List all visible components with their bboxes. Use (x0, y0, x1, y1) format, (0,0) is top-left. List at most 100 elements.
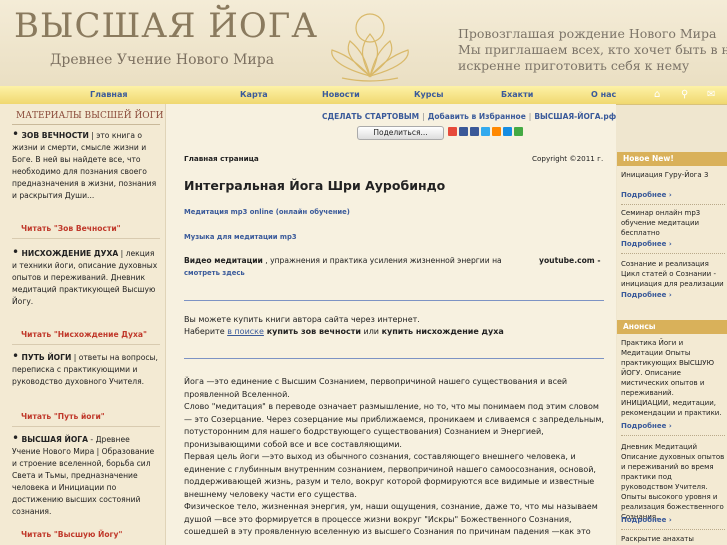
sidebar-link-put[interactable]: Читать "Путь йоги" (21, 412, 105, 421)
divider: | (528, 112, 532, 121)
announcement-item[interactable]: Раскрытие анахаты (621, 534, 725, 544)
site-title[interactable]: ВЫСШАЯ ЙОГА (14, 6, 318, 46)
nav-home[interactable]: Главная (90, 90, 127, 99)
sidebar-item-title: ЗОВ ВЕЧНОСТИ (21, 131, 89, 140)
livejournal-icon[interactable] (514, 127, 523, 136)
page-title: Интегральная Йога Шри Ауробиндо (184, 178, 446, 193)
paragraph: Йога —это единение с Высшим Сознанием, п… (184, 377, 568, 399)
divider (12, 426, 160, 427)
home-icon[interactable]: ⌂ (654, 89, 660, 100)
sidebar-item-title: ВЫСШАЯ ЙОГА (21, 435, 89, 444)
yandex-icon[interactable] (448, 127, 457, 136)
sidebar-link-nishozhdenie[interactable]: Читать "Нисхождение Духа" (21, 330, 147, 339)
buy-line: Наберите в поиске купить зов вечности ил… (184, 326, 504, 338)
news-item[interactable]: Инициация Гуру-Йога 3 (621, 170, 725, 180)
share-label: Поделиться... (373, 128, 428, 137)
arrow-icon: › (668, 516, 672, 524)
nav-about[interactable]: О нас (591, 90, 616, 99)
lotus-logo-icon (331, 13, 409, 82)
divider (12, 124, 160, 125)
announcement-item[interactable]: Практика Йоги и Медитации Опыты практику… (621, 338, 725, 418)
sidebar-heading: МАТЕРИАЛЫ ВЫСШЕЙ ЙОГИ (16, 111, 164, 121)
share-button[interactable]: Поделиться... (357, 126, 444, 140)
left-sidebar: МАТЕРИАЛЫ ВЫСШЕЙ ЙОГИ • ЗОВ ВЕЧНОСТИ | э… (0, 104, 166, 545)
sidebar-item-put: • ПУТЬ ЙОГИ | ответы на вопросы, перепис… (12, 350, 160, 388)
video-text: , упражнения и практика усиления жизненн… (262, 256, 502, 265)
site-domain-link[interactable]: ВЫСШАЯ-ЙОГА.рф (534, 112, 616, 121)
divider (621, 435, 725, 436)
sidebar-item-title: ПУТЬ ЙОГИ (21, 353, 72, 362)
video-line: Видео медитации , упражнения и практика … (184, 256, 502, 265)
mailru-icon[interactable] (503, 127, 512, 136)
sidebar-item-zov: • ЗОВ ВЕЧНОСТИ | это книга о жизни и сме… (12, 128, 160, 202)
arrow-icon: › (668, 291, 672, 299)
announcements-heading: Анонсы (617, 320, 727, 334)
news-item[interactable]: Семинар онлайн mp3 обучение медитации бе… (621, 208, 725, 238)
divider (184, 358, 604, 359)
search-link[interactable]: в поиске (227, 327, 264, 336)
copyright: Copyright ©2011 г. (532, 154, 604, 163)
site-header: ВЫСШАЯ ЙОГА Древнее Учение Нового Мира П… (0, 0, 727, 86)
breadcrumb[interactable]: Главная страница (184, 154, 259, 163)
nav-news[interactable]: Новости (322, 90, 360, 99)
meditation-mp3-link[interactable]: Медитация mp3 online (онлайн обучение) (184, 208, 350, 216)
more-link[interactable]: Подробнее › (621, 191, 672, 199)
nav-bhakti[interactable]: Бхакти (501, 90, 533, 99)
more-link[interactable]: Подробнее › (621, 516, 672, 524)
divider (184, 300, 604, 301)
odnoklassniki-icon[interactable] (492, 127, 501, 136)
article-body: Йога —это единение с Высшим Сознанием, п… (184, 376, 604, 539)
sidebar-item-text: - Древнее Учение Нового Мира | Образован… (12, 435, 155, 516)
divider (621, 529, 725, 530)
sidebar-item-title: НИСХОЖДЕНИЕ ДУХА (21, 249, 119, 258)
add-favorites-link[interactable]: Добавить в Избранное (428, 112, 526, 121)
bullet-icon: • (12, 245, 20, 259)
social-icons (448, 127, 525, 138)
bullet-icon: • (12, 127, 20, 141)
more-label: Подробнее (621, 291, 667, 299)
search-icon[interactable]: ⚲ (681, 89, 688, 100)
arrow-icon: › (668, 240, 672, 248)
nav-courses[interactable]: Курсы (414, 90, 443, 99)
top-links: СДЕЛАТЬ СТАРТОВЫМ | Добавить в Избранное | В… (322, 112, 616, 121)
divider: | (422, 112, 425, 121)
sidebar-item-nishozhdenie: • НИСХОЖДЕНИЕ ДУХА | лекция и техники йо… (12, 246, 160, 308)
arrow-icon: › (668, 422, 672, 430)
more-link[interactable]: Подробнее › (621, 291, 672, 299)
sidebar-link-vysshaya[interactable]: Читать "Высшую Йогу" (21, 530, 122, 539)
more-link[interactable]: Подробнее › (621, 422, 672, 430)
sidebar-link-zov[interactable]: Читать "Зов Вечности" (21, 224, 121, 233)
youtube-link[interactable]: youtube.com - (539, 256, 601, 265)
arrow-icon: › (668, 191, 672, 199)
buy-mid: или (360, 327, 382, 336)
video-label: Видео медитации (184, 256, 263, 265)
right-sidebar: Новое New! Инициация Гуру-Йога 3 Подробн… (617, 152, 727, 545)
meditation-music-link[interactable]: Музыка для медитации mp3 (184, 233, 297, 241)
nav-map[interactable]: Карта (240, 90, 268, 99)
more-label: Подробнее (621, 240, 667, 248)
bullet-icon: • (12, 349, 20, 363)
make-start-link[interactable]: СДЕЛАТЬ СТАРТОВЫМ (322, 112, 419, 121)
buy-line: Вы можете купить книги автора сайта чере… (184, 315, 420, 324)
watch-here-link[interactable]: смотреть здесь (184, 269, 245, 277)
slogan-line: Мы приглашаем всех, кто хочет быть в нем… (458, 42, 727, 57)
more-label: Подробнее (621, 516, 667, 524)
buy-book1: купить зов вечности (263, 327, 361, 336)
buy-book2: купить нисхождение духа (381, 327, 504, 336)
announcement-item[interactable]: Дневник Медитаций Описание духовных опыт… (621, 442, 725, 522)
twitter-icon[interactable] (481, 127, 490, 136)
facebook-icon[interactable] (470, 127, 479, 136)
more-label: Подробнее (621, 191, 667, 199)
divider (621, 253, 725, 254)
slogan-line: искренне приготовить себя к нему (458, 58, 690, 73)
more-link[interactable]: Подробнее › (621, 240, 672, 248)
paragraph: Первая цель йоги —это выход из обычного … (184, 452, 596, 499)
mail-icon[interactable]: ✉ (707, 89, 715, 100)
vk-icon[interactable] (459, 127, 468, 136)
sidebar-item-vysshaya: • ВЫСШАЯ ЙОГА - Древнее Учение Нового Ми… (12, 432, 160, 518)
divider (12, 238, 160, 239)
slogan-line: Провозглашая рождение Нового Мира (458, 26, 717, 41)
news-item[interactable]: Сознание и реализация Цикл статей о Созн… (621, 259, 725, 289)
divider (621, 204, 725, 205)
buy-books-text: Вы можете купить книги автора сайта чере… (184, 314, 504, 338)
